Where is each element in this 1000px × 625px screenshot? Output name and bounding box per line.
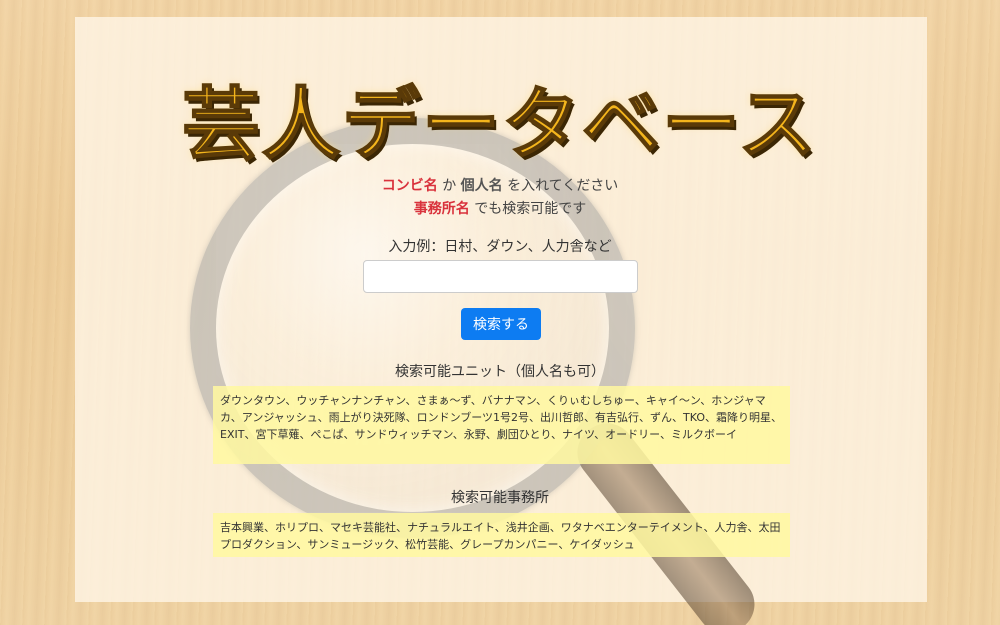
- input-example: 入力例：日村、ダウン、人力舎など: [388, 239, 612, 255]
- or-text: か: [442, 178, 457, 194]
- enter-text: を入れてください: [507, 178, 619, 194]
- searchable-units-heading: 検索可能ユニット（個人名も可）: [395, 364, 605, 380]
- searchable-agencies-list: 吉本興業、ホリプロ、マセキ芸能社、ナチュラルエイト、浅井企画、ワタナベエンターテ…: [213, 513, 790, 557]
- search-button[interactable]: 検索する: [461, 308, 541, 340]
- combi-name-label: コンビ名: [381, 178, 438, 194]
- instruction-line-2: 事務所名 でも検索可能です: [0, 198, 1000, 218]
- searchable-agencies-heading: 検索可能事務所: [451, 490, 549, 506]
- instruction-line-1: コンビ名 か 個人名 を入れてください: [0, 175, 1000, 195]
- page-title: 芸人データベース: [181, 79, 819, 171]
- agency-name-label: 事務所名: [413, 201, 470, 217]
- searchable-text: でも検索可能です: [474, 201, 587, 217]
- individual-name-label: 個人名: [460, 178, 503, 194]
- search-input[interactable]: [363, 260, 638, 293]
- searchable-units-list: ダウンタウン、ウッチャンナンチャン、さまぁ～ず、バナナマン、くりぃむしちゅー、キ…: [213, 386, 790, 464]
